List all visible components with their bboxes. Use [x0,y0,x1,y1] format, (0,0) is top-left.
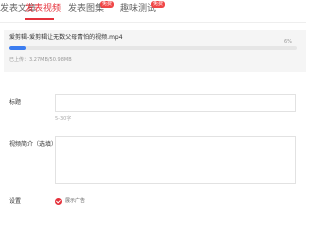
progress-percent: 6% [284,39,292,45]
upload-status: 已上传：3.27MB/50.98MB [9,57,72,63]
uploaded-file-name: 爱剪辑-爱剪辑让无数父母青怕的视频.mp4 [9,34,123,41]
description-label: 视频简介（选填） [9,141,58,148]
title-input[interactable] [55,94,296,112]
tabs-divider [0,22,306,23]
settings-label: 设置 [9,198,22,205]
quiz-badge: 免费 [151,1,166,8]
publish-tabs: 发表文章 发表视频 发表图集 免费 趣味测试 免费 [0,0,306,22]
upload-progress-bar [9,46,297,50]
show-ad-checkbox[interactable] [55,198,62,205]
active-tab-indicator [25,18,54,20]
title-label: 标题 [9,99,22,106]
tab-publish-video[interactable]: 发表视频 [25,3,61,15]
tab-publish-gallery[interactable]: 发表图集 [68,3,104,15]
gallery-badge: 免费 [100,1,115,8]
upload-progress-fill [9,46,27,50]
upload-progress-card: 爱剪辑-爱剪辑让无数父母青怕的视频.mp4 6% 已上传：3.27MB/50.9… [4,30,306,72]
description-textarea[interactable] [55,136,296,184]
publish-video-page: 发表文章 发表视频 发表图集 免费 趣味测试 免费 爱剪辑-爱剪辑让无数父母青怕… [0,0,306,212]
show-ad-label: 展示广告 [65,198,86,204]
title-length-hint: 5-30字 [55,116,72,122]
